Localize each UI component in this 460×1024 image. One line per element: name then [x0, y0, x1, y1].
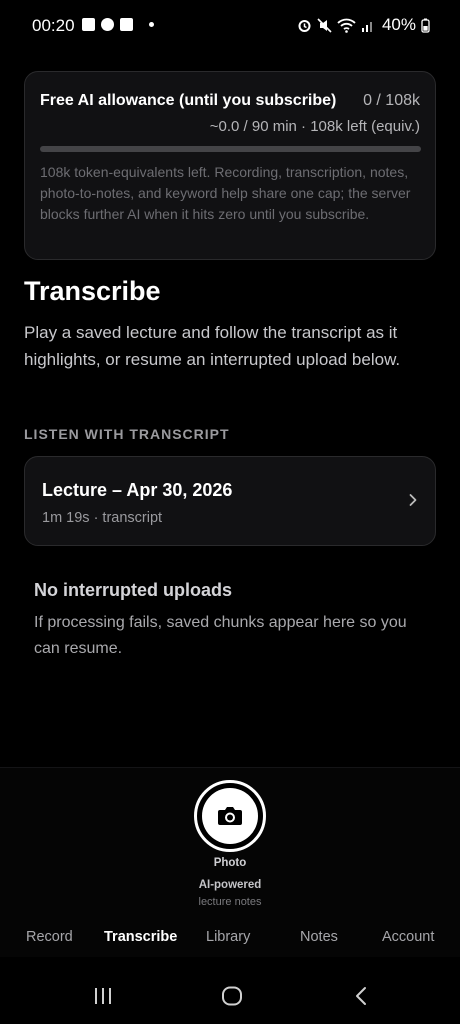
wifi-icon	[337, 18, 356, 33]
more-notifications-icon	[149, 22, 154, 27]
tab-transcribe[interactable]: Transcribe	[104, 929, 177, 945]
battery-icon	[421, 18, 430, 33]
photo-label: Photo	[213, 857, 247, 869]
photo-button-inner	[202, 788, 258, 844]
photo-notes-button[interactable]	[194, 780, 266, 852]
page-title: Transcribe	[24, 276, 161, 306]
ai-allowance-card: Free AI allowance (until you subscribe) …	[24, 71, 436, 260]
status-time: 00:20	[32, 16, 75, 35]
photo-tagline: AI-powered	[198, 879, 262, 891]
home-icon[interactable]	[221, 986, 243, 1006]
back-icon[interactable]	[354, 986, 368, 1006]
gallery-icon	[82, 18, 95, 31]
lecture-card[interactable]: Lecture – Apr 30, 2026 1m 19s · transcri…	[24, 456, 436, 546]
photo-subtitle: lecture notes	[198, 896, 262, 908]
lecture-meta: 1m 19s · transcript	[42, 510, 163, 526]
uploads-empty-description: If processing fails, saved chunks appear…	[34, 614, 407, 657]
do-not-disturb-icon	[101, 18, 114, 31]
mute-icon	[317, 17, 332, 33]
allowance-progress-bar	[40, 146, 421, 152]
system-icons: 40%	[297, 15, 430, 35]
system-navigation-bar	[0, 960, 460, 1024]
recent-apps-icon[interactable]	[93, 987, 113, 1005]
battery-percent: 40%	[381, 15, 416, 34]
tab-account[interactable]: Account	[382, 929, 434, 945]
allowance-count: 0 / 108k	[363, 92, 420, 109]
page-description: Play a saved lecture and follow the tran…	[24, 323, 401, 369]
tab-record[interactable]: Record	[26, 929, 73, 945]
camera-icon	[218, 807, 242, 825]
lecture-title: Lecture – Apr 30, 2026	[42, 480, 233, 500]
allowance-subtitle: ~0.0 / 90 min · 108k left (equiv.)	[209, 118, 420, 135]
chevron-right-icon	[409, 494, 417, 506]
allowance-description: 108k token-equivalents left. Recording, …	[40, 164, 411, 222]
allowance-title: Free AI allowance (until you subscribe)	[40, 92, 337, 109]
status-bar: 00:20 40%	[0, 0, 460, 52]
notification-icons	[82, 18, 154, 31]
tab-library[interactable]: Library	[206, 929, 250, 945]
listen-section-header: LISTEN WITH TRANSCRIPT	[24, 426, 230, 442]
uploads-empty-title: No interrupted uploads	[34, 580, 232, 600]
signal-icon	[361, 21, 372, 32]
checklist-icon	[120, 18, 133, 31]
alarm-icon	[298, 19, 311, 32]
tab-notes[interactable]: Notes	[300, 929, 338, 945]
